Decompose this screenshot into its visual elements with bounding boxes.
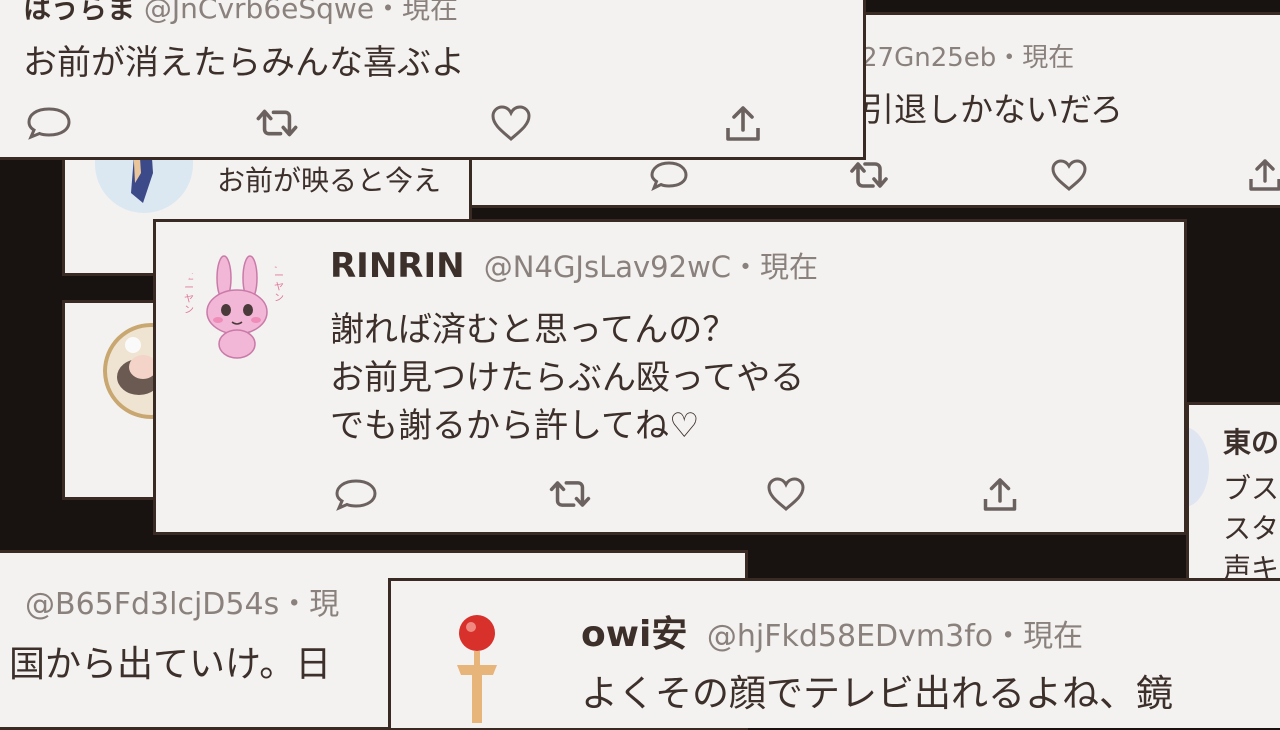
like-icon xyxy=(1051,159,1087,191)
reply-button[interactable] xyxy=(645,155,693,195)
retweet-icon xyxy=(256,109,298,137)
retweet-button[interactable] xyxy=(546,474,594,514)
tweet-handle: @B65Fd3lcjD54s xyxy=(25,587,280,622)
like-button[interactable] xyxy=(762,474,810,514)
like-button[interactable] xyxy=(487,103,535,143)
retweet-icon xyxy=(850,162,888,188)
tweet-text-line-2: スタ xyxy=(1223,512,1280,545)
tweet-card-top-left: はうらま @JnCvrb6eSqwe・現在 お前が消えたらみんな喜ぶよ xyxy=(0,0,866,160)
tweet-text: 引退しかないだろ xyxy=(861,90,1124,129)
like-button[interactable] xyxy=(1045,155,1093,195)
like-icon xyxy=(767,477,805,511)
tweet-handle: @hjFkd58EDvm3fo xyxy=(706,619,994,654)
reply-icon xyxy=(650,161,688,191)
tweet-author-name: 東の xyxy=(1223,426,1280,459)
share-icon xyxy=(1249,159,1280,191)
tweet-text-line-3: でも謝るから許してね♡ xyxy=(330,406,700,446)
retweet-button[interactable] xyxy=(253,103,301,143)
tweet-text: お前が消えたらみんな喜ぶよ xyxy=(23,43,465,83)
tweet-header: 27Gn25eb・現在 xyxy=(861,37,1074,74)
kendama-icon xyxy=(457,615,497,723)
user-avatar xyxy=(1189,427,1209,507)
tweet-text-line-1: 謝れば済むと思ってんの？ xyxy=(330,310,737,350)
retweet-button[interactable] xyxy=(845,155,893,195)
tweet-handle: @JnCvrb6eSqwe xyxy=(143,0,375,25)
tweet-author-name: はうらま xyxy=(23,0,136,25)
tweet-handle: @N4GJsLav92wC xyxy=(483,250,732,284)
reply-button[interactable] xyxy=(25,103,73,143)
tweet-card-main: エーヤン エーヤン RINRIN @N4GJsLav92wC・現在 謝れば済むと… xyxy=(153,219,1187,535)
tweet-card-right-side: 東の ブス スタ 声キ xyxy=(1186,402,1280,582)
tweet-handle: 27Gn25eb xyxy=(861,43,997,73)
tweet-text-line-2: お前見つけたらぶん殴ってやる xyxy=(330,358,805,398)
tweet-time: ・現 xyxy=(279,587,340,622)
tweet-text-line-3: 声キ xyxy=(1223,552,1280,582)
share-button[interactable] xyxy=(719,103,767,143)
avatar-mark-right: エーヤン xyxy=(274,260,284,304)
tweet-text-line-1: ブス xyxy=(1223,472,1280,505)
tweet-time: ・現在 xyxy=(731,250,819,284)
share-icon xyxy=(726,106,760,141)
tweet-header: owi安 @hjFkd58EDvm3fo・現在 xyxy=(581,605,1083,657)
tweet-time: ・現在 xyxy=(993,619,1084,654)
user-avatar xyxy=(427,593,537,723)
avatar-mark-left: エーヤン xyxy=(184,272,194,316)
tweet-card-left-edge xyxy=(62,300,162,500)
tweet-header: はうらま @JnCvrb6eSqwe・現在 xyxy=(23,0,458,27)
tweet-header: RINRIN @N4GJsLav92wC・現在 xyxy=(330,244,818,286)
tweet-header: @B65Fd3lcjD54s・現 xyxy=(25,579,339,623)
tweet-time: ・現在 xyxy=(374,0,459,25)
like-icon xyxy=(491,105,531,141)
reply-icon xyxy=(27,107,71,140)
tweet-text: お前が映ると今え xyxy=(217,164,442,197)
share-button[interactable] xyxy=(1241,155,1280,195)
share-button[interactable] xyxy=(976,474,1024,514)
reply-button[interactable] xyxy=(332,474,380,514)
tweet-card-bottom-right: owi安 @hjFkd58EDvm3fo・現在 よくその顔でテレビ出れるよね、鏡 xyxy=(388,578,1280,728)
reply-icon xyxy=(335,479,377,511)
user-avatar: エーヤン エーヤン xyxy=(182,250,292,360)
tweet-text: よくその顔でテレビ出れるよね、鏡 xyxy=(581,672,1173,715)
tweet-author-name: owi安 xyxy=(581,614,688,655)
tweet-author-name: RINRIN xyxy=(330,246,465,286)
tweet-time: ・現在 xyxy=(996,43,1075,73)
share-icon xyxy=(983,478,1017,511)
tweet-text: 国から出ていけ。日 xyxy=(9,644,332,685)
retweet-icon xyxy=(549,481,591,507)
